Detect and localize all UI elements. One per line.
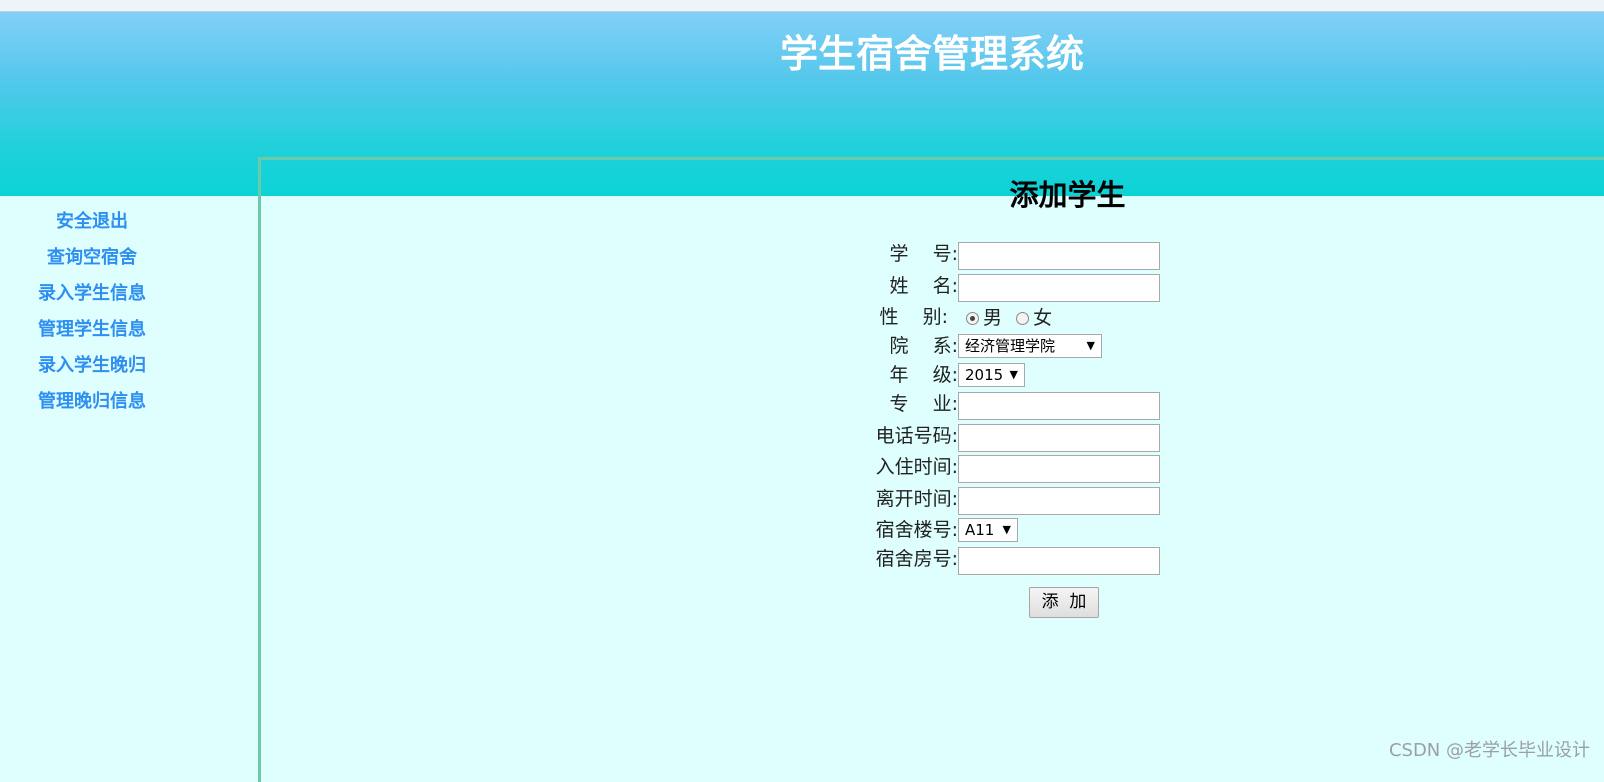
department-label: 院 系: (889, 335, 958, 357)
phone-label: 电话号码: (875, 424, 958, 447)
form-row-room: 宿舍房号: (820, 545, 1270, 577)
form-row-grade: 年 级: 2015 ▼ (820, 361, 1270, 390)
checkout-label: 离开时间: (875, 487, 958, 510)
sidebar-item-logout[interactable]: 安全退出 (0, 204, 258, 240)
major-label: 专 业: (889, 393, 958, 415)
form-row-checkout: 离开时间: (820, 485, 1270, 517)
chevron-down-icon: ▼ (1086, 339, 1095, 352)
checkin-time-input[interactable] (958, 455, 1160, 483)
student-id-input[interactable] (958, 242, 1160, 270)
sidebar-link-empty-dorms[interactable]: 查询空宿舍 (0, 240, 184, 276)
form-row-phone: 电话号码: (820, 422, 1270, 454)
sidebar-item-manage-late-returns[interactable]: 管理晚归信息 (0, 384, 258, 420)
building-select-value: A11 (965, 521, 995, 539)
gender-label: 性 别: (879, 306, 948, 328)
checkout-time-input[interactable] (958, 486, 1160, 515)
room-input[interactable] (958, 547, 1160, 575)
sidebar-item-add-student[interactable]: 录入学生信息 (0, 276, 258, 312)
gender-male-label: 男 (983, 307, 1003, 329)
major-input[interactable] (958, 392, 1160, 420)
form-row-checkin: 入住时间: (820, 453, 1270, 485)
form-row-student-id: 学 号: (820, 240, 1270, 272)
sidebar-link-manage-students[interactable]: 管理学生信息 (0, 312, 184, 348)
sidebar-link-manage-late-returns[interactable]: 管理晚归信息 (0, 384, 184, 420)
sidebar-item-manage-students[interactable]: 管理学生信息 (0, 312, 258, 348)
form-row-name: 姓 名: (820, 272, 1270, 304)
checkin-label: 入住时间: (875, 456, 958, 478)
form-title: 添加学生 (1009, 178, 1126, 212)
watermark: CSDN @老学长毕业设计 (1388, 740, 1590, 761)
add-button[interactable]: 添 加 (1029, 587, 1099, 618)
form-row-department: 院 系: 经济管理学院 ▼ (820, 332, 1270, 361)
gender-male-radio[interactable] (966, 312, 979, 325)
gender-female-radio[interactable] (1016, 312, 1030, 325)
app-title: 学生宿舍管理系统 (779, 32, 1084, 76)
grade-label: 年 级: (889, 364, 958, 386)
grade-select-value: 2015 (965, 366, 1004, 384)
department-select-value: 经济管理学院 (965, 337, 1056, 355)
sidebar-link-add-late-return[interactable]: 录入学生晚归 (0, 348, 184, 384)
building-label: 宿舍楼号: (875, 519, 958, 541)
gender-radio-group: 男 女 (966, 304, 1060, 332)
chevron-down-icon: ▼ (1002, 523, 1011, 536)
sidebar-link-logout[interactable]: 安全退出 (0, 204, 184, 240)
window-top-strip (0, 0, 1604, 12)
chevron-down-icon: ▼ (1009, 368, 1018, 381)
sidebar-item-empty-dorms[interactable]: 查询空宿舍 (0, 240, 258, 276)
sidebar-item-add-late-return[interactable]: 录入学生晚归 (0, 348, 258, 384)
building-select[interactable]: A11 ▼ (958, 518, 1018, 542)
name-label: 姓 名: (889, 274, 958, 297)
sidebar-link-add-student[interactable]: 录入学生信息 (0, 276, 184, 312)
grade-select[interactable]: 2015 ▼ (958, 363, 1025, 387)
form-row-gender: 性 别: 男 女 (820, 303, 1270, 332)
room-label: 宿舍房号: (875, 548, 958, 570)
student-id-label: 学 号: (889, 243, 958, 265)
name-input[interactable] (958, 273, 1160, 302)
department-select[interactable]: 经济管理学院 ▼ (958, 334, 1102, 358)
sidebar-nav: 安全退出 查询空宿舍 录入学生信息 管理学生信息 录入学生晚归 管理晚归信息 (0, 196, 258, 420)
form-row-major: 专 业: (820, 390, 1270, 422)
phone-input[interactable] (958, 423, 1160, 452)
gender-female-label: 女 (1033, 307, 1053, 329)
sidebar: 安全退出 查询空宿舍 录入学生信息 管理学生信息 录入学生晚归 管理晚归信息 (0, 196, 258, 782)
add-student-form: 学 号: 姓 名: 性 别: 男 女 院 系: 经济管理学院 ▼ 年 级: 20… (820, 240, 1270, 577)
form-row-building: 宿舍楼号: A11 ▼ (820, 516, 1270, 545)
